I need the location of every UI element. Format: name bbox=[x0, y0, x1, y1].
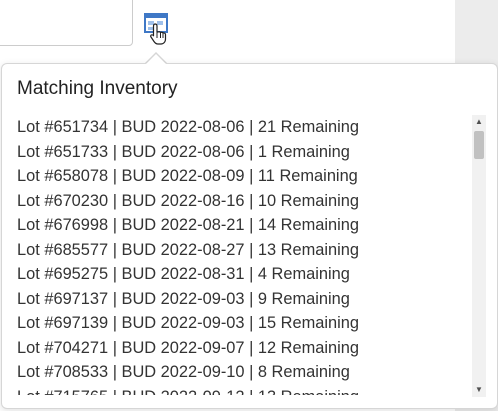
lot-list-item[interactable]: Lot #697139 | BUD 2022-09-03 | 15 Remain… bbox=[17, 311, 467, 336]
lot-list-item[interactable]: Lot #708533 | BUD 2022-09-10 | 8 Remaini… bbox=[17, 360, 467, 385]
scrollbar-thumb[interactable] bbox=[474, 131, 484, 159]
lot-list-item[interactable]: Lot #651733 | BUD 2022-08-06 | 1 Remaini… bbox=[17, 140, 467, 165]
inventory-button[interactable] bbox=[144, 12, 170, 45]
lot-list-item[interactable]: Lot #695275 | BUD 2022-08-31 | 4 Remaini… bbox=[17, 262, 467, 287]
triangle-down-icon[interactable]: ▼ bbox=[472, 383, 486, 397]
lot-list-item[interactable]: Lot #697137 | BUD 2022-09-03 | 9 Remaini… bbox=[17, 287, 467, 312]
scrollbar[interactable]: ▲ ▼ bbox=[472, 115, 486, 397]
lot-list-item[interactable]: Lot #658078 | BUD 2022-08-09 | 11 Remain… bbox=[17, 164, 467, 189]
lot-list-item[interactable]: Lot #704271 | BUD 2022-09-07 | 12 Remain… bbox=[17, 336, 467, 361]
lot-list-item[interactable]: Lot #685577 | BUD 2022-08-27 | 13 Remain… bbox=[17, 238, 467, 263]
lot-list: Lot #651734 | BUD 2022-08-06 | 21 Remain… bbox=[17, 115, 467, 395]
triangle-up-icon[interactable]: ▲ bbox=[472, 115, 486, 129]
lot-list-item[interactable]: Lot #651734 | BUD 2022-08-06 | 21 Remain… bbox=[17, 115, 467, 140]
popover-arrow bbox=[146, 54, 166, 64]
lot-list-item[interactable]: Lot #715765 | BUD 2022-09-12 | 13 Remain… bbox=[17, 385, 467, 396]
text-input[interactable] bbox=[0, 0, 133, 46]
hand-pointer-icon bbox=[150, 23, 167, 45]
matching-inventory-popover: Matching Inventory Lot #651734 | BUD 202… bbox=[1, 63, 498, 409]
popover-title: Matching Inventory bbox=[17, 78, 178, 99]
lot-list-item[interactable]: Lot #670230 | BUD 2022-08-16 | 10 Remain… bbox=[17, 189, 467, 214]
lot-list-item[interactable]: Lot #676998 | BUD 2022-08-21 | 14 Remain… bbox=[17, 213, 467, 238]
